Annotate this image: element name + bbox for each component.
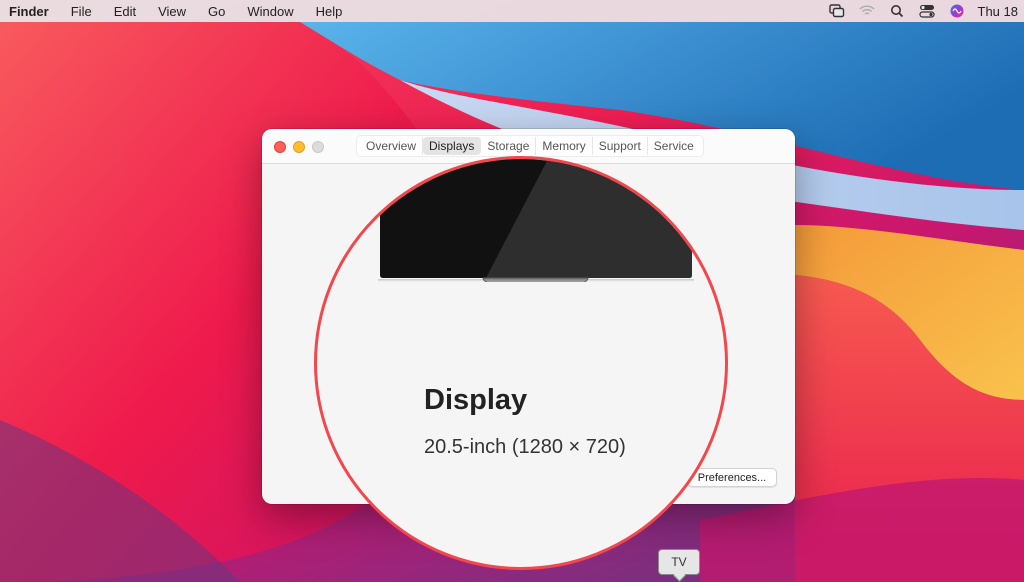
tab-overview[interactable]: Overview xyxy=(360,137,424,155)
close-button[interactable] xyxy=(274,141,286,153)
zoom-button[interactable] xyxy=(312,141,324,153)
menu-file[interactable]: File xyxy=(71,4,92,19)
tab-memory[interactable]: Memory xyxy=(536,137,593,155)
magnified-display-info: Display 20.5-inch (1280 × 720) xyxy=(314,156,728,570)
menu-window[interactable]: Window xyxy=(247,4,293,19)
tab-displays[interactable]: Displays xyxy=(423,137,482,155)
tab-bar: Overview Displays Storage Memory Support… xyxy=(356,135,704,157)
tab-support[interactable]: Support xyxy=(593,137,648,155)
menu-help[interactable]: Help xyxy=(316,4,343,19)
screen-mirroring-icon[interactable] xyxy=(822,0,852,22)
menu-bar: Finder File Edit View Go Window Help Thu… xyxy=(0,0,1024,22)
tab-storage[interactable]: Storage xyxy=(481,137,537,155)
display-monitor-icon xyxy=(378,159,694,282)
display-resolution: 20.5-inch (1280 × 720) xyxy=(424,436,626,458)
display-name: Display xyxy=(424,384,528,416)
tab-service[interactable]: Service xyxy=(648,137,700,155)
menu-finder[interactable]: Finder xyxy=(9,4,49,19)
menu-go[interactable]: Go xyxy=(208,4,225,19)
menu-view[interactable]: View xyxy=(158,4,186,19)
menu-edit[interactable]: Edit xyxy=(114,4,136,19)
wifi-icon[interactable] xyxy=(852,0,882,22)
siri-icon[interactable] xyxy=(942,0,972,22)
minimize-button[interactable] xyxy=(293,141,305,153)
dock-tooltip: TV xyxy=(658,549,700,575)
control-center-icon[interactable] xyxy=(912,0,942,22)
menu-clock[interactable]: Thu 18 xyxy=(978,4,1018,19)
displays-preferences-button[interactable]: Preferences... xyxy=(687,468,777,487)
spotlight-search-icon[interactable] xyxy=(882,0,912,22)
